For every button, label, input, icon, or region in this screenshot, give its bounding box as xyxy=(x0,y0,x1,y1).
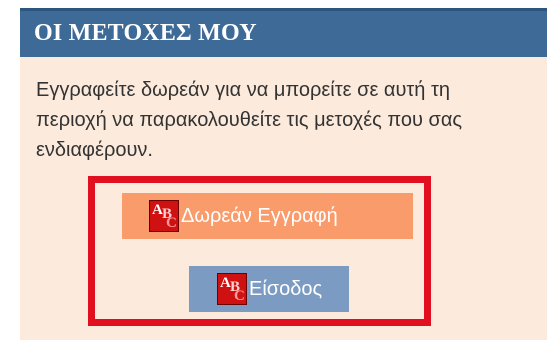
login-button[interactable]: ABC Είσοδος xyxy=(189,266,349,312)
abc-icon: ABC xyxy=(217,273,247,305)
login-label: Είσοδος xyxy=(249,277,323,300)
my-stocks-widget: ΟΙ ΜΕΤΟΧΕΣ ΜΟΥ Εγγραφείτε δωρεάν για να … xyxy=(0,0,547,340)
free-register-label: Δωρεάν Εγγραφή xyxy=(181,204,338,227)
panel-description: Εγγραφείτε δωρεάν για να μπορείτε σε αυτ… xyxy=(36,79,463,161)
abc-icon: ABC xyxy=(149,200,179,232)
free-register-button[interactable]: ABC Δωρεάν Εγγραφή xyxy=(122,193,413,239)
panel-title: ΟΙ ΜΕΤΟΧΕΣ ΜΟΥ xyxy=(34,20,257,46)
panel-header: ΟΙ ΜΕΤΟΧΕΣ ΜΟΥ xyxy=(20,8,547,57)
